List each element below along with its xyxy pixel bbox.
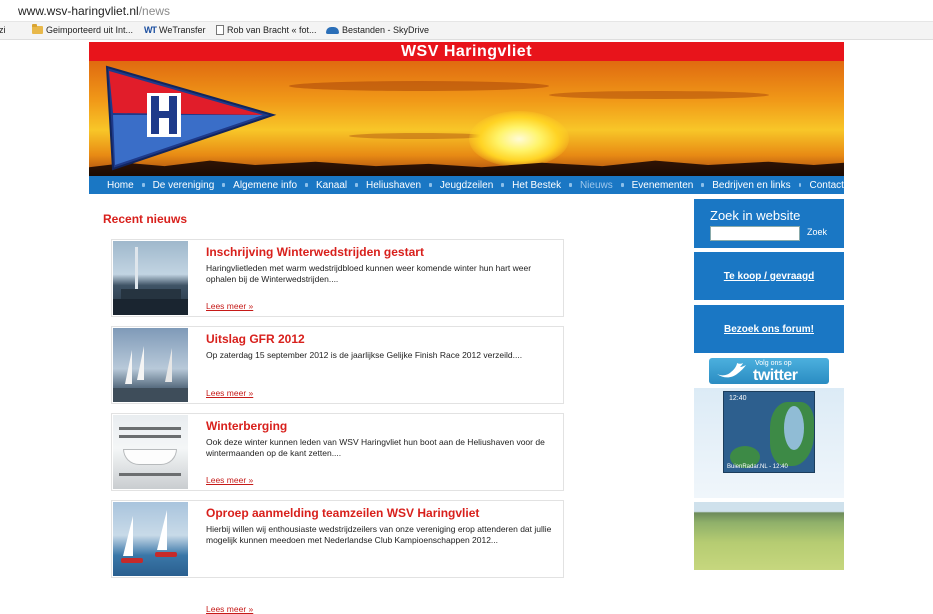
news-summary: Haringvlietleden met warm wedstrijdbloed… <box>206 263 532 284</box>
forum-box: Bezoek ons forum! <box>694 305 844 353</box>
recent-news-heading: Recent nieuws <box>103 212 188 226</box>
nav-separator <box>355 183 358 187</box>
banner-cloud <box>549 91 769 99</box>
banner-cloud <box>289 81 549 91</box>
te-koop-link[interactable]: Te koop / gevraagd <box>724 271 814 282</box>
bookmarks-bar: zi Geimporteerd uit Int... WT WeTransfer … <box>0 22 933 40</box>
url-text[interactable]: www.wsv-haringvliet.nl/news <box>18 4 170 18</box>
page-icon <box>216 25 224 35</box>
nav-separator <box>222 183 226 187</box>
nav-separator <box>501 183 505 187</box>
folder-icon <box>32 24 43 34</box>
bookmark-rob-van-bracht[interactable]: Rob van Bracht « fot... <box>216 25 317 35</box>
search-input[interactable] <box>710 226 800 241</box>
forum-link[interactable]: Bezoek ons forum! <box>724 324 814 335</box>
read-more-link[interactable]: Lees meer » <box>206 301 253 311</box>
news-title[interactable]: Winterberging <box>206 419 287 433</box>
radar-credit: BuienRadar.NL - 12:40 <box>727 464 788 470</box>
nav-separator <box>701 183 705 187</box>
search-title: Zoek in website <box>710 208 801 223</box>
news-summary: Hierbij willen wij enthousiaste wedstrij… <box>206 524 552 545</box>
rain-radar-map[interactable]: 12:40 BuienRadar.NL - 12:40 <box>723 391 815 473</box>
twitter-big-label: twitter <box>753 367 798 384</box>
nav-nieuws[interactable]: Nieuws <box>580 180 613 191</box>
nav-home[interactable]: Home <box>107 180 134 191</box>
wetransfer-icon: WT <box>144 25 157 35</box>
nav-jeugdzeilen[interactable]: Jeugdzeilen <box>440 180 493 191</box>
club-flag-logo <box>105 65 277 171</box>
news-item: Inschrijving Winterwedstrijden gestart H… <box>111 239 564 317</box>
bookmark-skydrive[interactable]: Bestanden - SkyDrive <box>326 25 429 35</box>
nav-het-bestek[interactable]: Het Bestek <box>512 180 561 191</box>
read-more-link[interactable]: Lees meer » <box>206 604 253 614</box>
site-title: WSV Haringvliet <box>89 42 844 61</box>
news-summary: Ook deze winter kunnen leden van WSV Har… <box>206 437 545 458</box>
news-thumbnail[interactable] <box>113 328 188 402</box>
bookmark-wetransfer[interactable]: WT WeTransfer <box>144 25 206 35</box>
site-search-box: Zoek in website Zoek <box>694 199 844 248</box>
twitter-follow-button[interactable]: Volg ons op twitter <box>709 358 829 384</box>
nav-separator <box>620 183 624 187</box>
news-title[interactable]: Inschrijving Winterwedstrijden gestart <box>206 245 424 259</box>
read-more-link[interactable]: Lees meer » <box>206 388 253 398</box>
address-bar[interactable]: www.wsv-haringvliet.nl/news <box>0 0 933 22</box>
news-thumbnail[interactable] <box>113 415 188 489</box>
search-button[interactable]: Zoek <box>807 227 827 237</box>
nav-bedrijven-en-links[interactable]: Bedrijven en links <box>712 180 790 191</box>
news-item: Uitslag GFR 2012 Op zaterdag 15 septembe… <box>111 326 564 404</box>
news-title[interactable]: Oproep aanmelding teamzeilen WSV Haringv… <box>206 506 479 520</box>
nav-kanaal[interactable]: Kanaal <box>316 180 347 191</box>
nav-de-vereniging[interactable]: De vereniging <box>153 180 215 191</box>
nav-algemene-info[interactable]: Algemene info <box>233 180 297 191</box>
landscape-photo <box>694 502 844 570</box>
nav-evenementen[interactable]: Evenementen <box>632 180 694 191</box>
header-banner <box>89 61 844 176</box>
bookmark-partial[interactable]: zi <box>0 25 6 35</box>
twitter-small-label: Volg ons op <box>755 360 792 367</box>
twitter-bird-icon <box>717 363 746 378</box>
news-thumbnail[interactable] <box>113 241 188 315</box>
nav-separator <box>305 183 308 187</box>
nav-heliushaven[interactable]: Heliushaven <box>366 180 421 191</box>
news-item: Oproep aanmelding teamzeilen WSV Haringv… <box>111 500 564 614</box>
radar-time: 12:40 <box>729 395 747 402</box>
te-koop-box: Te koop / gevraagd <box>694 252 844 300</box>
nav-separator <box>429 183 432 187</box>
site-container: WSV Haringvliet Home De vereniging Algem… <box>89 42 844 614</box>
nav-separator <box>569 183 572 187</box>
banner-cloud <box>349 133 489 139</box>
buienradar-widget: 12:40 BuienRadar.NL - 12:40 <box>694 388 844 498</box>
main-nav: Home De vereniging Algemene info Kanaal … <box>89 176 844 194</box>
news-item: Winterberging Ook deze winter kunnen led… <box>111 413 564 491</box>
news-thumbnail[interactable] <box>113 502 188 576</box>
nav-contact[interactable]: Contact <box>809 180 843 191</box>
banner-sun <box>469 111 569 167</box>
nav-separator <box>141 183 145 187</box>
bookmark-imported[interactable]: Geimporteerd uit Int... <box>32 24 133 35</box>
news-summary: Op zaterdag 15 september 2012 is de jaar… <box>206 350 523 360</box>
nav-separator <box>798 183 802 187</box>
news-title[interactable]: Uitslag GFR 2012 <box>206 332 305 346</box>
read-more-link[interactable]: Lees meer » <box>206 475 253 485</box>
cloud-icon <box>326 26 339 34</box>
